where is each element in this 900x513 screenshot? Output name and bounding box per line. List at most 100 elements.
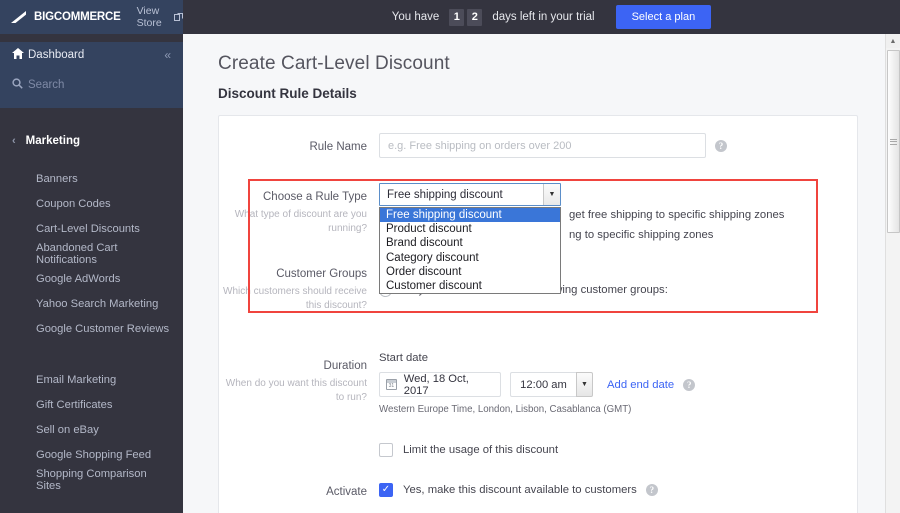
- checkbox-icon[interactable]: [379, 443, 393, 458]
- section-title: Discount Rule Details: [218, 86, 357, 101]
- sidebar-item-label: Dashboard: [28, 49, 85, 61]
- rule-name-label: Rule Name: [309, 141, 367, 153]
- view-store-link[interactable]: View Store: [137, 5, 183, 29]
- customer-groups-hint: Which customers should receive this disc…: [223, 286, 367, 311]
- start-date-value: Wed, 18 Oct, 2017: [403, 372, 469, 397]
- sidebar-item-abandoned-cart-notifications[interactable]: Abandoned Cart Notifications: [0, 241, 183, 266]
- question-mark-icon[interactable]: ?: [645, 484, 658, 497]
- start-time-select[interactable]: 12:00 am ▼: [510, 372, 593, 398]
- browser-page: BIGCOMMERCE View Store You have 1 2 days…: [0, 0, 900, 513]
- shipping-zone-option[interactable]: get free shipping to specific shipping z…: [569, 205, 784, 225]
- rule-type-hint: What type of discount are you running?: [234, 209, 367, 234]
- sidebar-item-dashboard[interactable]: Dashboard «: [0, 42, 183, 68]
- trial-digit: 1: [449, 8, 465, 26]
- chevron-double-left-icon[interactable]: «: [164, 48, 171, 62]
- rule-type-select[interactable]: Free shipping discount ▼: [379, 183, 561, 206]
- trial-days-counter: 1 2: [449, 8, 483, 26]
- dropdown-option-brand-discount[interactable]: Brand discount: [380, 236, 560, 250]
- sidebar: Dashboard « Search ‹ Marketing Banners C…: [0, 34, 183, 513]
- chevron-left-icon[interactable]: ‹: [12, 135, 16, 147]
- rule-name-row: Rule Name ?: [219, 116, 857, 158]
- sidebar-section-marketing[interactable]: ‹ Marketing: [0, 126, 183, 156]
- discount-rule-form-card: Rule Name ? Choose a Rule Type What type…: [218, 115, 858, 513]
- sidebar-search-label: Search: [28, 79, 65, 91]
- sidebar-item-cart-level-discounts[interactable]: Cart-Level Discounts: [0, 216, 183, 241]
- start-date-input[interactable]: 31 Wed, 18 Oct, 2017: [379, 372, 501, 398]
- grip-icon: [890, 137, 897, 146]
- rule-type-row: Choose a Rule Type What type of discount…: [219, 158, 857, 295]
- start-time-value: 12:00 am: [510, 372, 576, 398]
- sidebar-item-coupon-codes[interactable]: Coupon Codes: [0, 191, 183, 216]
- main-content: Create Cart-Level Discount Discount Rule…: [183, 34, 900, 513]
- select-a-plan-button[interactable]: Select a plan: [615, 5, 712, 29]
- rule-type-control: Free shipping discount ▼ Free shipping d…: [379, 183, 857, 295]
- calendar-icon: 31: [386, 379, 397, 391]
- dropdown-option-free-shipping-discount[interactable]: Free shipping discount: [380, 208, 560, 223]
- limit-usage-checkbox-row[interactable]: Limit the usage of this discount: [379, 443, 559, 458]
- sidebar-item-google-shopping-feed[interactable]: Google Shopping Feed: [0, 442, 183, 467]
- view-store-label: View Store: [136, 5, 162, 29]
- dropdown-option-product-discount[interactable]: Product discount: [380, 222, 560, 236]
- rule-type-dropdown-menu: Free shipping discount Product discount …: [379, 207, 561, 295]
- activate-label: Activate: [326, 486, 367, 499]
- sidebar-item-google-adwords[interactable]: Google AdWords: [0, 266, 183, 291]
- duration-row: Duration When do you want this discount …: [219, 312, 857, 458]
- shipping-zone-options: get free shipping to specific shipping z…: [569, 183, 784, 245]
- top-bar-brand-area: BIGCOMMERCE View Store: [0, 0, 183, 34]
- logo-wordmark: BIGCOMMERCE: [34, 11, 121, 23]
- duration-label: Duration When do you want this discount …: [219, 352, 379, 404]
- checkmark-icon[interactable]: ✓: [379, 483, 393, 498]
- external-link-icon: [174, 12, 183, 22]
- dropdown-option-customer-discount[interactable]: Customer discount: [380, 279, 560, 293]
- sidebar-nav-group-primary: Banners Coupon Codes Cart-Level Discount…: [0, 166, 183, 341]
- customer-groups-label-text: Customer Groups: [276, 268, 367, 280]
- sidebar-nav-group-secondary: Email Marketing Gift Certificates Sell o…: [0, 367, 183, 492]
- dropdown-option-order-discount[interactable]: Order discount: [380, 265, 560, 279]
- dropdown-option-category-discount[interactable]: Category discount: [380, 251, 560, 265]
- timezone-note: Western Europe Time, London, Lisbon, Cas…: [379, 404, 632, 416]
- sidebar-item-gift-certificates[interactable]: Gift Certificates: [0, 392, 183, 417]
- chevron-down-icon[interactable]: ▼: [543, 184, 560, 205]
- sidebar-divider: [0, 341, 183, 357]
- activate-control: ✓ Yes, make this discount available to c…: [379, 483, 857, 498]
- trial-prefix: You have: [391, 11, 440, 23]
- sidebar-top-block: Dashboard « Search: [0, 42, 183, 108]
- scrollbar-thumb[interactable]: [887, 50, 900, 233]
- duration-control: Start date 31 Wed, 18 Oct, 2017 12:00 am…: [379, 352, 857, 458]
- page-scrollbar[interactable]: ▲: [885, 34, 900, 513]
- question-mark-icon[interactable]: ?: [683, 378, 696, 391]
- add-end-date-link[interactable]: Add end date: [607, 379, 674, 391]
- trial-suffix: days left in your trial: [492, 11, 595, 23]
- duration-label-text: Duration: [323, 360, 367, 373]
- bigcommerce-logo[interactable]: BIGCOMMERCE: [10, 10, 121, 24]
- sidebar-item-email-marketing[interactable]: Email Marketing: [0, 367, 183, 392]
- rule-type-label: Choose a Rule Type What type of discount…: [219, 183, 379, 235]
- rule-type-selected-value: Free shipping discount: [387, 188, 503, 201]
- limit-usage-label: Limit the usage of this discount: [403, 444, 559, 457]
- rule-type-label-text: Choose a Rule Type: [263, 191, 367, 203]
- sidebar-item-yahoo-search-marketing[interactable]: Yahoo Search Marketing: [0, 291, 183, 316]
- rule-name-input[interactable]: [379, 133, 706, 158]
- bigcommerce-logo-icon: [10, 10, 32, 24]
- rule-name-control: ?: [379, 133, 857, 158]
- chevron-down-icon[interactable]: ▼: [576, 372, 593, 398]
- activate-row: Activate ✓ Yes, make this discount avail…: [219, 457, 857, 500]
- sidebar-section-label: Marketing: [25, 135, 80, 147]
- home-icon: [12, 48, 28, 62]
- sidebar-search[interactable]: Search: [0, 72, 183, 98]
- shipping-zone-option[interactable]: ng to specific shipping zones: [569, 225, 784, 245]
- start-date-label: Start date: [379, 352, 428, 365]
- caret-up-icon[interactable]: ▲: [886, 34, 900, 48]
- trial-banner: You have 1 2 days left in your trial Sel…: [183, 0, 900, 34]
- trial-digit: 2: [467, 8, 483, 26]
- shipping-zone-option-label: get free shipping to specific shipping z…: [569, 209, 785, 221]
- date-time-picker: 31 Wed, 18 Oct, 2017 12:00 am ▼ Add end …: [379, 372, 696, 398]
- question-mark-icon[interactable]: ?: [715, 139, 727, 152]
- sidebar-item-google-customer-reviews[interactable]: Google Customer Reviews: [0, 316, 183, 341]
- search-icon: [12, 78, 28, 92]
- sidebar-item-shopping-comparison-sites[interactable]: Shopping Comparison Sites: [0, 467, 183, 492]
- activate-checkbox-label: Yes, make this discount available to cus…: [403, 484, 637, 497]
- sidebar-item-banners[interactable]: Banners: [0, 166, 183, 191]
- shipping-zone-option-label: ng to specific shipping zones: [569, 229, 714, 241]
- sidebar-item-sell-on-ebay[interactable]: Sell on eBay: [0, 417, 183, 442]
